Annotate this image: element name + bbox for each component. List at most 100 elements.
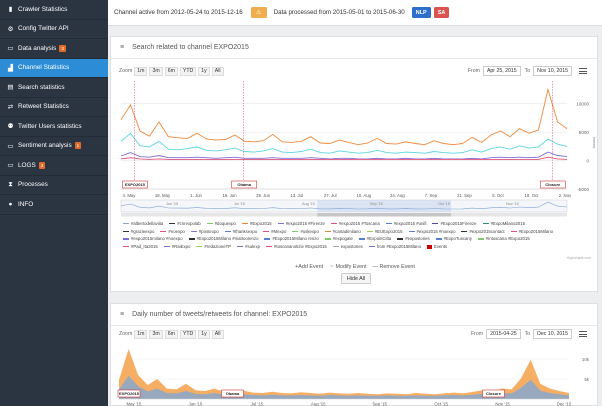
sidebar-item-label: INFO: [18, 200, 34, 208]
scrollbar-thumb[interactable]: [317, 213, 452, 217]
legend-item[interactable]: #Expo2015: [241, 220, 272, 228]
x-tick-label: 2. Nov: [559, 193, 572, 198]
legend-item[interactable]: #expo2015 #Firenze: [277, 220, 325, 228]
navigator-selection[interactable]: [317, 200, 452, 212]
date-range-bar: From 2015-04-25 To Dec 10, 2015: [471, 329, 587, 339]
legend-item[interactable]: #uskexpo: [292, 228, 319, 236]
zoom-6m-button[interactable]: 6m: [164, 66, 178, 76]
to-date-input[interactable]: Nov 10, 2015: [533, 66, 572, 76]
legend-item[interactable]: #expo2015 #unifi: [385, 220, 426, 228]
menu-icon[interactable]: [579, 331, 587, 337]
x-tick-label: 13. Jul: [290, 193, 303, 198]
legend-item[interactable]: #ExpoinCitta: [358, 235, 391, 243]
from-date-input[interactable]: Apr 25, 2015: [482, 66, 521, 76]
sidebar-item-crawler-statistics[interactable]: ▮ Crawler Statistics: [0, 0, 108, 20]
legend-item[interactable]: #RaiExpo: [163, 243, 190, 251]
legend-label: #Expo2015Milano: [518, 228, 553, 234]
legend-label: #sulexp: [245, 243, 260, 249]
sidebar-item-retweet-statistics[interactable]: ⇄ Retweet Statistics: [0, 98, 108, 117]
y-tick-label: 10k: [582, 357, 590, 362]
hide-all-button[interactable]: Hide All: [341, 273, 371, 284]
legend-item[interactable]: #grazieexpo: [123, 228, 154, 236]
legend-item[interactable]: #cartadimilano: [324, 228, 361, 236]
zoom-1y-button[interactable]: 1y: [198, 66, 210, 76]
legend-item[interactable]: expostories: [332, 243, 363, 251]
legend-item[interactable]: #expogate: [324, 235, 353, 243]
legend-swatch: [482, 223, 489, 225]
legend-item[interactable]: #ExpoMilano2015: [482, 220, 525, 228]
sidebar-item-processes[interactable]: ⧗ Processes: [0, 176, 108, 195]
legend-item[interactable]: #Expo2015Firenze: [432, 220, 477, 228]
x-tick-label: 29. Jun: [256, 193, 271, 198]
remove-event-button[interactable]: — Remove Event: [373, 264, 415, 270]
sidebar-item-logs[interactable]: ▭ LOGS 3: [0, 156, 108, 176]
legend-item[interactable]: #toscananotizie #Expo2015: [265, 243, 327, 251]
y-axis-label: tweets: [592, 137, 597, 149]
legend-item[interactable]: #Expo2015Milano: [510, 228, 553, 236]
warning-icon: ⚠: [255, 10, 262, 16]
zoom-3m-button[interactable]: 3m: [149, 329, 163, 339]
legend-item[interactable]: #Mexpo: [263, 228, 286, 236]
legend-label: #Mexpo: [271, 228, 287, 234]
sidebar-item-info[interactable]: ● INFO: [0, 195, 108, 215]
legend-item[interactable]: #expostories: [397, 235, 430, 243]
folder-icon: ▭: [7, 45, 14, 53]
legend-label: #Pad_Ita2015: [131, 243, 158, 249]
legend-item[interactable]: from #Expo2015Milano: [368, 243, 421, 251]
legend-label: #Expo2015Milano renzo: [272, 236, 319, 242]
sa-button[interactable]: SA: [433, 7, 450, 18]
legend-label: #uskexpo: [300, 228, 319, 234]
sidebar-item-config-twitter-api[interactable]: ⚙ Config Twitter API: [0, 20, 108, 39]
legend-swatch: [123, 230, 129, 233]
series-line-cyan: [120, 132, 568, 154]
zoom-all-button[interactable]: All: [211, 66, 224, 76]
sidebar-item-search-statistics[interactable]: ▤ Search statistics: [0, 78, 108, 98]
zoom-all-button[interactable]: All: [211, 329, 224, 339]
from-label: From: [467, 68, 480, 74]
modify-event-button[interactable]: ☞ Modify Event: [329, 264, 367, 270]
legend-item[interactable]: #expo2015 #noexpo: [408, 228, 455, 236]
legend-item[interactable]: #expo2015contact: [461, 228, 505, 236]
sidebar-item-sentiment-analysis[interactable]: ▭ Sentiment analysis 1: [0, 137, 108, 156]
x-tick-label: 21. Sep: [457, 193, 472, 198]
zoom-3m-button[interactable]: 3m: [149, 66, 163, 76]
legend-item[interactable]: Events: [426, 243, 447, 251]
x-tick-label: Oct '15: [434, 402, 448, 406]
zoom-1m-button[interactable]: 1m: [134, 329, 148, 339]
legend-item[interactable]: #doquexpo: [206, 220, 236, 228]
event-actions: +Add Event ☞ Modify Event — Remove Event: [111, 264, 599, 270]
legend-item[interactable]: #Expo2015Milano renzo: [264, 235, 319, 243]
legend-label: #Expo2015Milano #mattoorenzo: [196, 236, 259, 242]
legend-item[interactable]: #thanksexpo: [224, 228, 257, 236]
legend-item[interactable]: #albertodellaviita: [123, 220, 163, 228]
from-date-input[interactable]: 2015-04-25: [486, 329, 521, 339]
legend-item[interactable]: #intoscana #Expo2015: [477, 235, 530, 243]
zoom-6m-button[interactable]: 6m: [164, 329, 178, 339]
warning-button[interactable]: ⚠: [250, 7, 267, 18]
add-event-button[interactable]: +Add Event: [295, 264, 323, 270]
legend-item[interactable]: #EUExpo2015: [366, 228, 403, 236]
legend-item[interactable]: #expo2015milano #noexpo: [123, 235, 183, 243]
legend-item[interactable]: #sulexp: [237, 243, 260, 251]
sidebar-item-data-analysis[interactable]: ▭ Data analysis 3: [0, 39, 108, 59]
zoom-ytd-button[interactable]: YTD: [179, 66, 197, 76]
chart-legend: #albertodellaviita #cnrexpolab #doquexpo #E…: [123, 220, 567, 250]
zoom-ytd-button[interactable]: YTD: [179, 329, 197, 339]
zoom-1y-button[interactable]: 1y: [198, 329, 210, 339]
legend-item[interactable]: #postexpo: [190, 228, 219, 236]
to-date-input[interactable]: Dec 10, 2015: [533, 329, 572, 339]
sidebar-item-twitter-users-statistics[interactable]: ⚉ Twitter Users statistics: [0, 117, 108, 137]
legend-item[interactable]: #redazioneTP: [196, 243, 231, 251]
legend-label: #cnrexpolab: [177, 221, 201, 226]
legend-item[interactable]: #noexpo: [160, 228, 185, 236]
sidebar-item-channel-statistics[interactable]: ▟ Channel Statistics: [0, 58, 108, 78]
legend-item[interactable]: #expo2015 #Toscana: [330, 220, 380, 228]
menu-icon[interactable]: [579, 68, 587, 74]
zoom-1m-button[interactable]: 1m: [134, 66, 148, 76]
nlp-button[interactable]: NLP: [411, 7, 431, 18]
legend-item[interactable]: #ExpoTuscany: [435, 235, 472, 243]
legend-item[interactable]: #Pad_Ita2015: [123, 243, 158, 251]
legend-item[interactable]: #cnrexpolab: [169, 220, 201, 228]
legend-label: #expostories: [405, 236, 430, 242]
legend-item[interactable]: #Expo2015Milano #mattoorenzo: [188, 235, 259, 243]
